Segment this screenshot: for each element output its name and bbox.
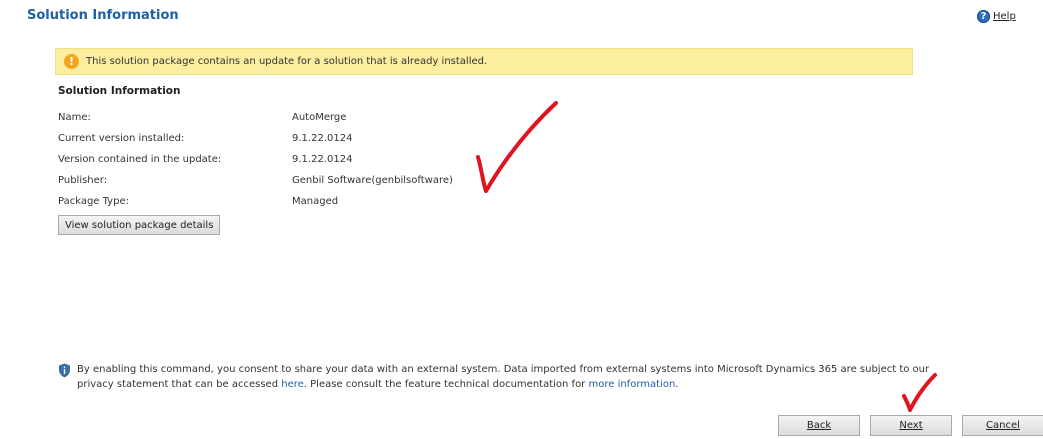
cancel-button[interactable]: Cancel <box>962 415 1043 436</box>
view-package-details-button[interactable]: View solution package details <box>58 215 221 235</box>
info-label: Current version installed: <box>58 133 185 144</box>
page-title: Solution Information <box>27 8 179 23</box>
next-button[interactable]: Next <box>870 415 952 436</box>
warning-icon: ! <box>64 54 79 69</box>
info-value: AutoMerge <box>292 112 347 123</box>
info-value: 9.1.22.0124 <box>292 133 353 144</box>
info-label: Package Type: <box>58 196 129 207</box>
consent-text-part: . Please consult the feature technical d… <box>303 379 589 390</box>
info-row-name: Name: AutoMerge <box>58 112 508 128</box>
privacy-here-link[interactable]: here <box>281 379 304 390</box>
consent-notice: By enabling this command, you consent to… <box>58 362 958 392</box>
info-label: Publisher: <box>58 175 108 186</box>
info-row-publisher: Publisher: Genbil Software(genbilsoftwar… <box>58 175 508 191</box>
info-row-update-version: Version contained in the update: 9.1.22.… <box>58 154 508 170</box>
back-button[interactable]: Back <box>778 415 860 436</box>
info-value: 9.1.22.0124 <box>292 154 353 165</box>
help-label: Help <box>993 10 1016 22</box>
solution-import-wizard: Solution Information ? Help ! This solut… <box>0 0 1043 439</box>
info-label: Name: <box>58 112 91 123</box>
info-row-package-type: Package Type: Managed <box>58 196 508 212</box>
info-value: Managed <box>292 196 339 207</box>
consent-text-part: . <box>675 379 679 390</box>
help-link[interactable]: ? Help <box>977 8 1016 24</box>
info-row-current-version: Current version installed: 9.1.22.0124 <box>58 133 508 149</box>
section-heading: Solution Information <box>58 85 181 97</box>
shield-info-icon <box>59 363 70 378</box>
warning-banner: ! This solution package contains an upda… <box>55 48 913 75</box>
info-value: Genbil Software(genbilsoftware) <box>292 175 453 186</box>
warning-message: This solution package contains an update… <box>86 56 488 67</box>
more-information-link[interactable]: more information <box>588 379 675 390</box>
consent-text: By enabling this command, you consent to… <box>77 362 958 392</box>
help-icon: ? <box>977 9 990 23</box>
info-label: Version contained in the update: <box>58 154 222 165</box>
